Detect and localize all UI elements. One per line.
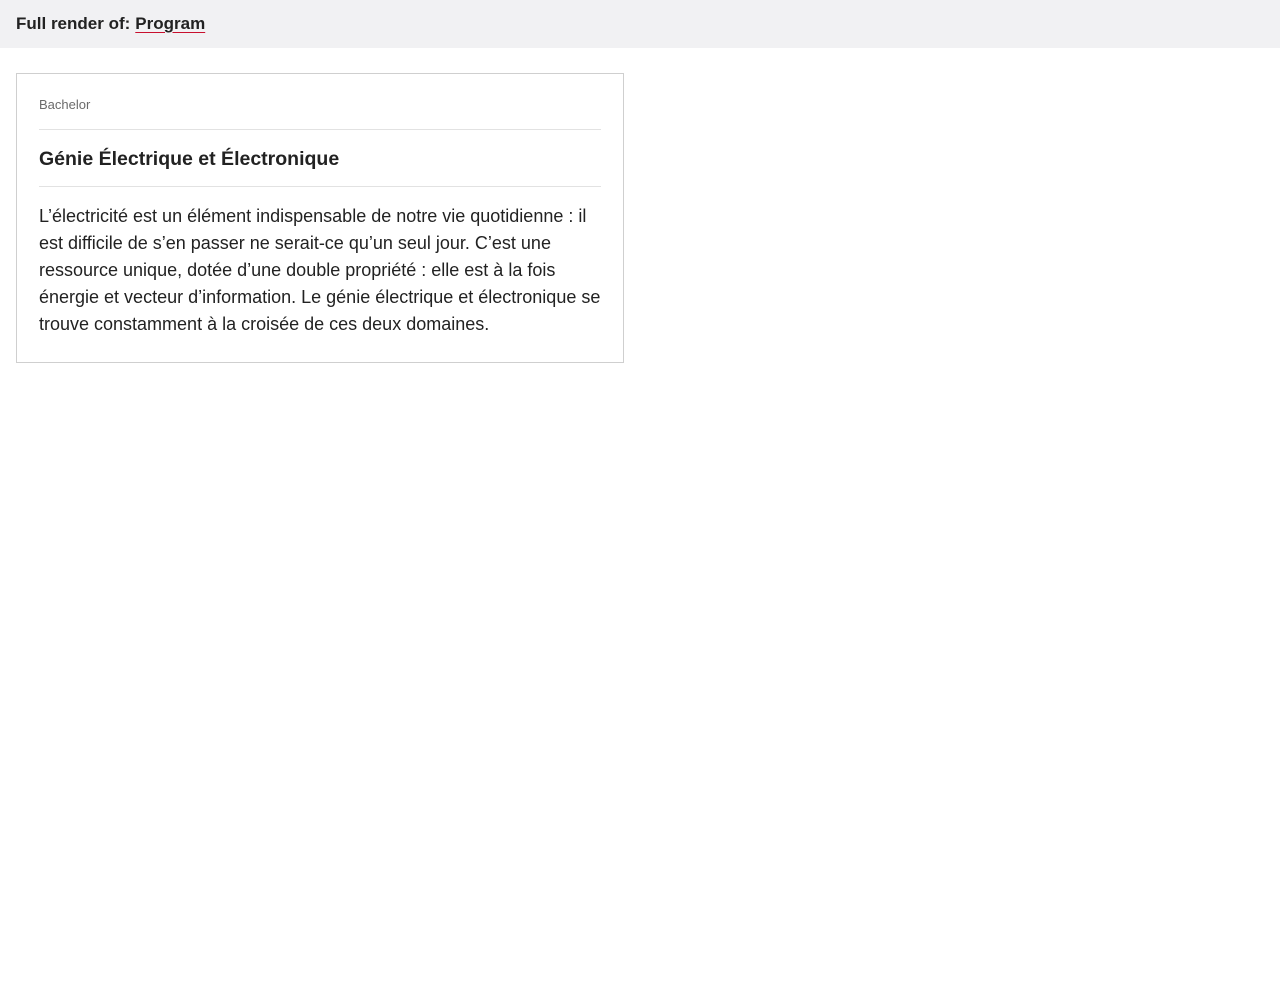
full-render-label: Full render of:: [16, 14, 131, 33]
program-category: Bachelor: [39, 96, 601, 130]
program-description: L’électricité est un élément indispensab…: [39, 206, 601, 334]
program-card: Bachelor Génie Électrique et Électroniqu…: [16, 73, 624, 363]
program-link[interactable]: Program: [135, 14, 205, 34]
program-title: Génie Électrique et Électronique: [39, 130, 601, 187]
top-bar: Full render of: Program: [0, 0, 1280, 48]
